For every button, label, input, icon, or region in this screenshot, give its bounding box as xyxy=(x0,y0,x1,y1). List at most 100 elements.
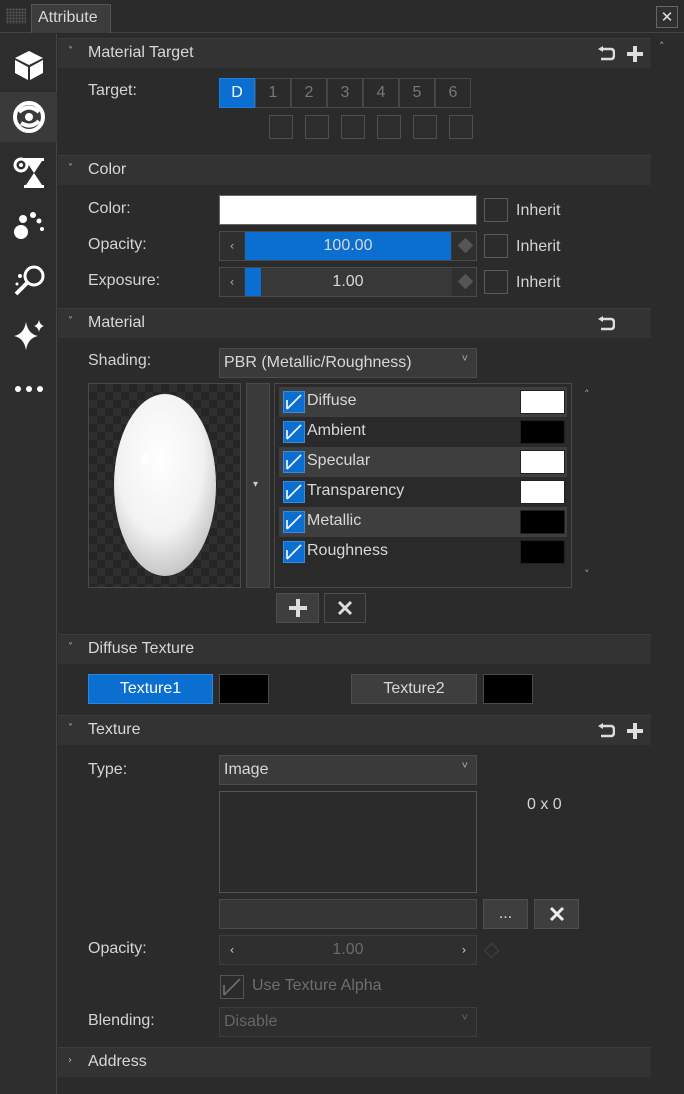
channel-checkbox[interactable] xyxy=(283,541,305,563)
checkmark-icon xyxy=(286,454,302,470)
section-material-target[interactable]: ˅ Material Target xyxy=(58,38,651,68)
close-button[interactable]: ✕ xyxy=(656,6,678,28)
channel-checkbox[interactable] xyxy=(283,511,305,533)
section-title: Color xyxy=(88,161,127,178)
add-channel-button[interactable] xyxy=(276,593,319,623)
target-toggle-3[interactable] xyxy=(341,115,365,139)
chevron-down-icon: ˅ xyxy=(68,316,73,327)
shading-dropdown[interactable]: PBR (Metallic/Roughness) ˅ xyxy=(219,348,477,378)
blending-dropdown[interactable]: Disable ˅ xyxy=(219,1007,477,1037)
texture1-swatch[interactable] xyxy=(219,674,269,704)
sidebar-item-effects[interactable] xyxy=(0,310,57,360)
sidebar-item-particles[interactable] xyxy=(0,200,57,250)
section-title: Address xyxy=(88,1053,147,1070)
remove-channel-button[interactable] xyxy=(324,593,366,623)
scroll-up-icon[interactable]: ˄ xyxy=(659,40,665,53)
channel-row[interactable]: Diffuse xyxy=(279,387,567,417)
blending-value: Disable xyxy=(224,1013,278,1030)
list-scroll-up-icon[interactable]: ˄ xyxy=(584,388,590,401)
channel-checkbox[interactable] xyxy=(283,481,305,503)
channel-color-swatch[interactable] xyxy=(520,420,565,444)
target-toggle-6[interactable] xyxy=(449,115,473,139)
sidebar-item-material[interactable] xyxy=(0,92,57,142)
browse-button[interactable]: ... xyxy=(483,899,528,929)
texture-image-preview[interactable] xyxy=(219,791,477,893)
channel-checkbox[interactable] xyxy=(283,421,305,443)
texture2-button[interactable]: Texture2 xyxy=(351,674,477,704)
sidebar-item-paint[interactable] xyxy=(0,256,57,306)
channel-row[interactable]: Metallic xyxy=(279,507,567,537)
preview-expand-handle[interactable]: ▾ xyxy=(246,383,270,588)
add-icon[interactable] xyxy=(625,721,645,741)
sidebar-item-object[interactable] xyxy=(0,40,57,90)
target-button-1[interactable]: 1 xyxy=(255,78,291,108)
clear-texture-button[interactable] xyxy=(534,899,579,929)
channel-row[interactable]: Roughness xyxy=(279,537,567,567)
brush-icon xyxy=(14,265,44,296)
target-button-d[interactable]: D xyxy=(219,78,255,108)
channel-checkbox[interactable] xyxy=(283,391,305,413)
channel-list: Diffuse Ambient Specular Transparency Metall… xyxy=(274,383,572,588)
color-swatch[interactable] xyxy=(219,195,477,225)
channel-color-swatch[interactable] xyxy=(520,480,565,504)
target-toggle-1[interactable] xyxy=(269,115,293,139)
preview-sphere xyxy=(114,394,216,576)
chevron-down-icon: ˅ xyxy=(461,353,468,365)
section-texture[interactable]: ˅ Texture xyxy=(58,715,651,745)
section-color[interactable]: ˅ Color xyxy=(58,155,651,185)
target-button-5[interactable]: 5 xyxy=(399,78,435,108)
exposure-inherit-checkbox[interactable] xyxy=(484,270,508,294)
use-texture-alpha-checkbox[interactable] xyxy=(220,975,244,999)
target-toggle-5[interactable] xyxy=(413,115,437,139)
reset-icon[interactable] xyxy=(596,721,616,741)
texture1-button[interactable]: Texture1 xyxy=(88,674,213,704)
channel-row[interactable]: Transparency xyxy=(279,477,567,507)
section-address[interactable]: › Address xyxy=(58,1047,651,1077)
target-toggle-2[interactable] xyxy=(305,115,329,139)
channel-row[interactable]: Ambient xyxy=(279,417,567,447)
channel-checkbox[interactable] xyxy=(283,451,305,473)
channel-color-swatch[interactable] xyxy=(520,540,565,564)
texture-opacity-label: Opacity: xyxy=(88,940,147,957)
checkmark-icon xyxy=(286,514,302,530)
section-diffuse-texture[interactable]: ˅ Diffuse Texture xyxy=(58,634,651,664)
sidebar-item-more[interactable] xyxy=(0,364,57,414)
target-button-4[interactable]: 4 xyxy=(363,78,399,108)
texture-opacity-slider[interactable]: ‹ 1.00 › xyxy=(219,935,477,965)
reset-icon[interactable] xyxy=(596,314,616,334)
target-button-3[interactable]: 3 xyxy=(327,78,363,108)
type-label: Type: xyxy=(88,761,128,778)
texture-path-input[interactable] xyxy=(219,899,477,929)
channel-name: Specular xyxy=(307,452,371,469)
channel-color-swatch[interactable] xyxy=(520,450,565,474)
target-toggle-4[interactable] xyxy=(377,115,401,139)
channel-row[interactable]: Specular xyxy=(279,447,567,477)
increment-icon[interactable]: › xyxy=(452,936,476,964)
target-button-6[interactable]: 6 xyxy=(435,78,471,108)
list-scroll-down-icon[interactable]: ˅ xyxy=(584,568,590,581)
keyframe-diamond-icon[interactable] xyxy=(483,942,500,959)
section-material[interactable]: ˅ Material xyxy=(58,308,651,338)
sidebar-item-animation[interactable] xyxy=(0,148,57,198)
material-sphere-icon xyxy=(12,101,45,133)
exposure-slider[interactable]: ‹ 1.00 › xyxy=(219,267,477,297)
hourglass-gear-icon xyxy=(13,157,44,188)
texture2-swatch[interactable] xyxy=(483,674,533,704)
opacity-inherit-checkbox[interactable] xyxy=(484,234,508,258)
color-inherit-checkbox[interactable] xyxy=(484,198,508,222)
opacity-slider[interactable]: ‹ 100.00 › xyxy=(219,231,477,261)
section-title: Texture xyxy=(88,721,141,738)
texture-type-dropdown[interactable]: Image ˅ xyxy=(219,755,477,785)
channel-name: Metallic xyxy=(307,512,362,529)
drag-grip-icon[interactable] xyxy=(6,8,26,24)
checkmark-icon xyxy=(286,424,302,440)
reset-icon[interactable] xyxy=(596,44,616,64)
channel-name: Diffuse xyxy=(307,392,357,409)
add-icon[interactable] xyxy=(625,44,645,64)
exposure-inherit-label: Inherit xyxy=(516,274,561,291)
channel-color-swatch[interactable] xyxy=(520,510,565,534)
target-button-2[interactable]: 2 xyxy=(291,78,327,108)
material-preview[interactable] xyxy=(88,383,241,588)
channel-color-swatch[interactable] xyxy=(520,390,565,414)
attribute-tab[interactable]: Attribute xyxy=(31,4,111,33)
